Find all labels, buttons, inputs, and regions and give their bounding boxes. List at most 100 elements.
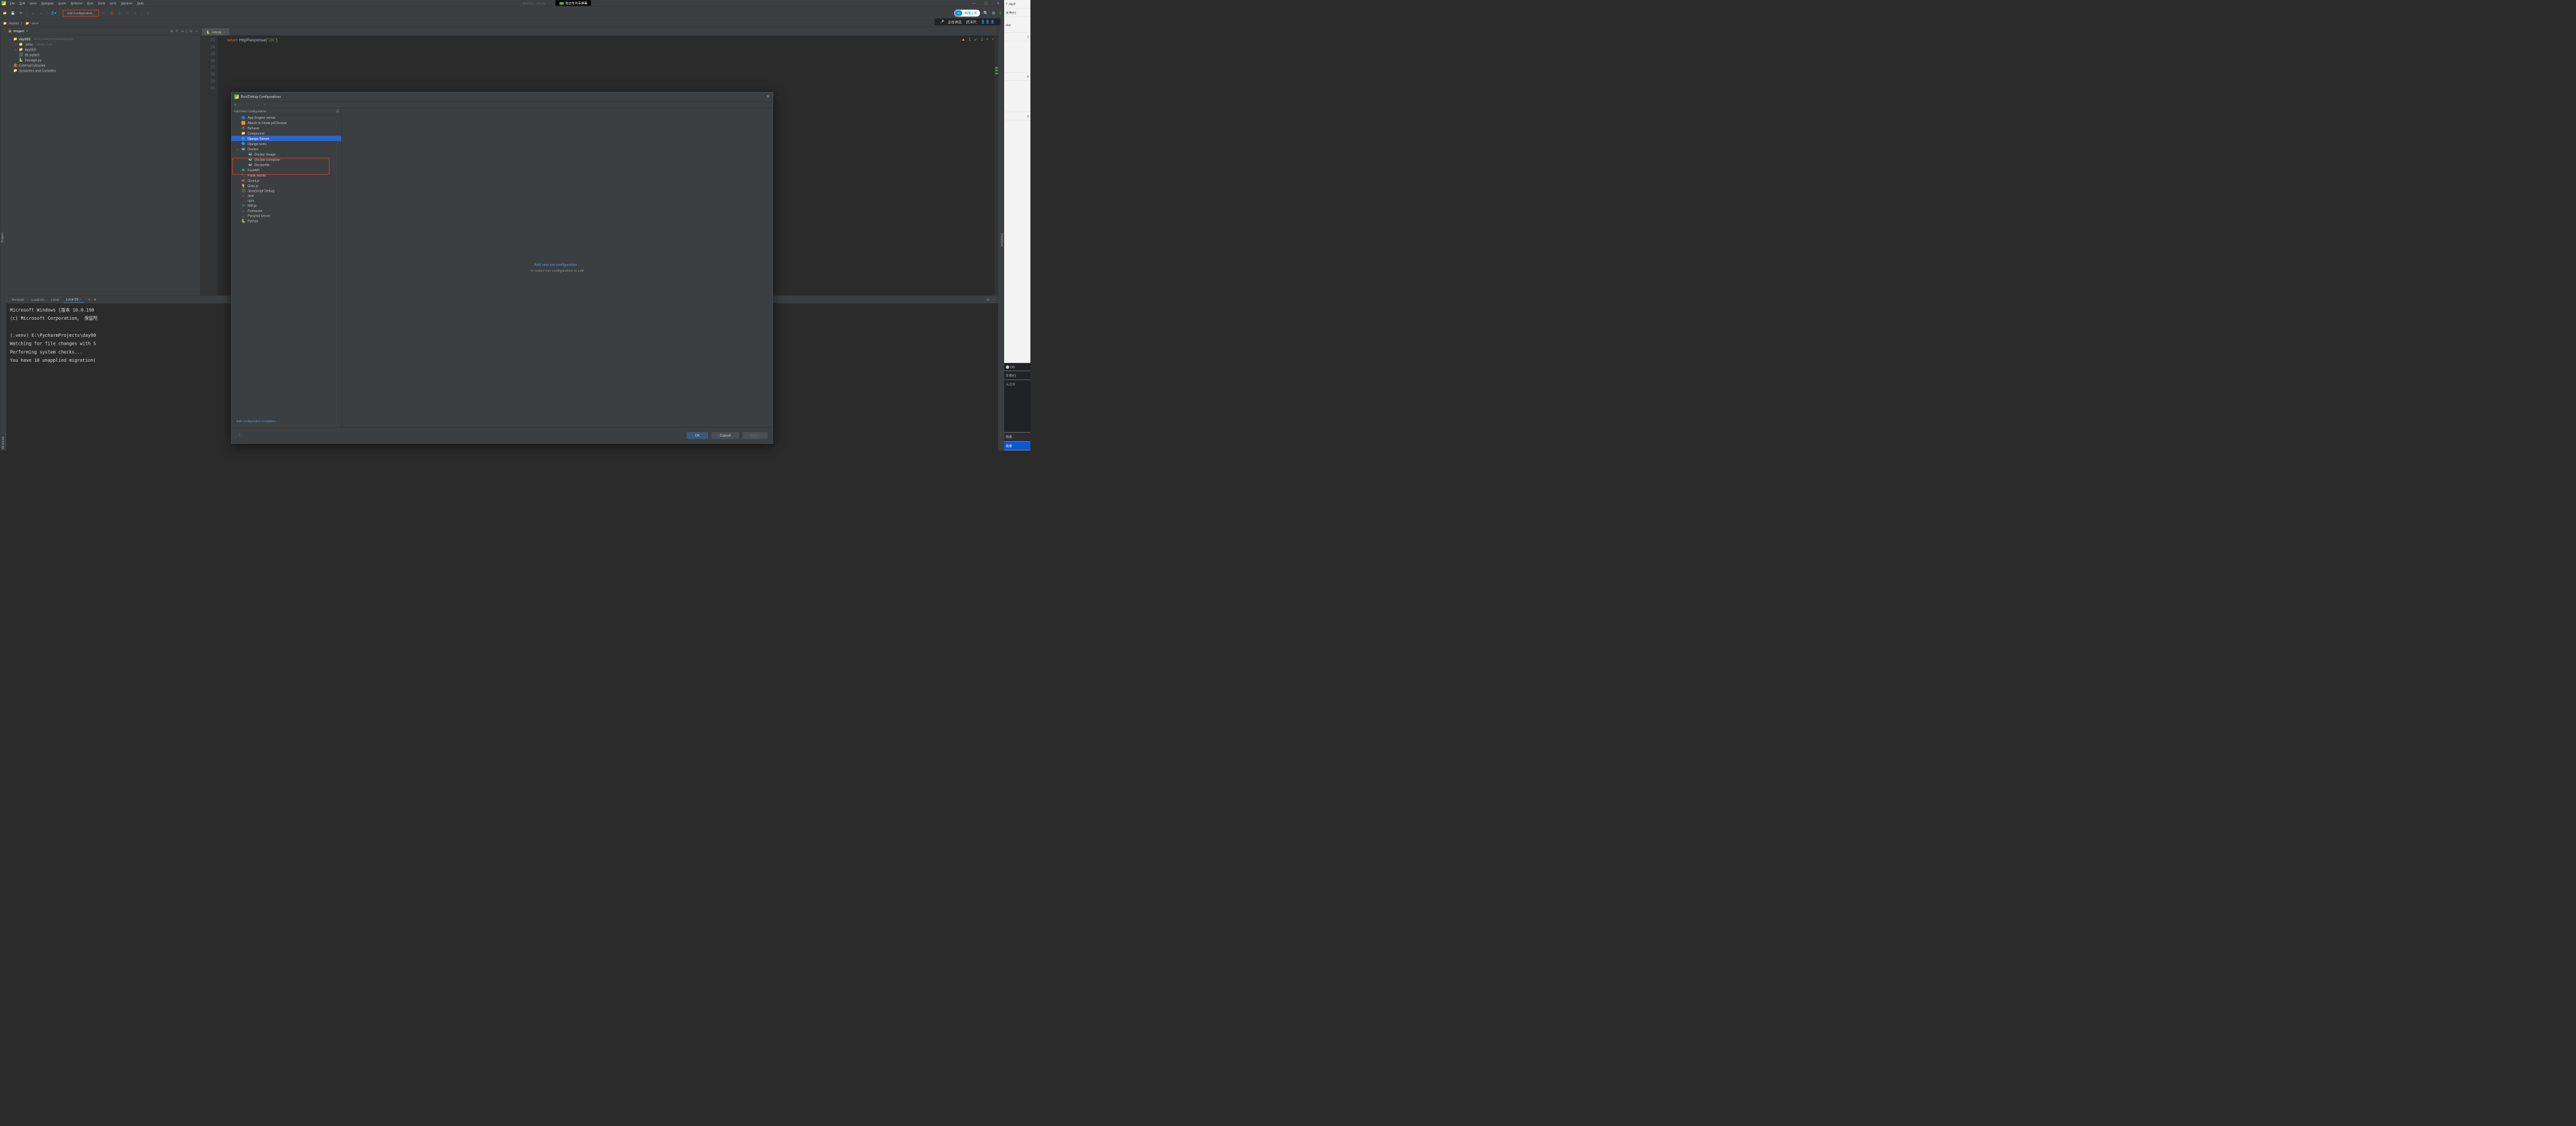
profile-icon[interactable]: ⏱ — [125, 10, 131, 16]
tree-ext[interactable]: ›🏛 External Libraries — [7, 63, 201, 68]
crumb-sub[interactable]: .venv — [31, 22, 38, 26]
config-type-item[interactable]: 🔵App Engine server — [231, 115, 341, 120]
config-type-item[interactable]: ⬢FastAPI — [231, 167, 341, 173]
run-icon[interactable]: ▶ — [101, 10, 107, 16]
config-type-item[interactable]: JSJavaScript Debug — [231, 188, 341, 194]
open-icon[interactable]: 📂 — [2, 10, 8, 16]
menu-run[interactable]: Run — [85, 1, 95, 5]
left-stripe[interactable]: Project — [0, 27, 7, 450]
config-type-item[interactable]: 🐳Docker Image — [231, 152, 341, 157]
config-type-item[interactable]: 🔷Django Server — [231, 136, 341, 141]
attach-icon[interactable]: ▾ — [133, 10, 138, 16]
edit-templates-link[interactable]: Edit configuration templates... — [236, 420, 278, 423]
config-type-item[interactable]: ◌Jest — [231, 193, 341, 198]
config-type-item[interactable]: 🟧Attach to Node.js/Chrome — [231, 120, 341, 125]
maximize-button[interactable]: ▢ — [980, 1, 992, 5]
back-icon[interactable]: ← — [30, 10, 36, 16]
add-new-link[interactable]: Add new run configuration... — [534, 263, 580, 267]
config-type-item[interactable]: nnpm — [231, 198, 341, 204]
close-tab-icon[interactable]: × — [224, 30, 226, 34]
config-type-item[interactable]: 🐳Dockerfile — [231, 162, 341, 167]
terminal-tab[interactable]: Local — [49, 297, 61, 303]
up-icon[interactable]: ˄ — [986, 37, 989, 42]
config-type-item[interactable]: 🐳Docker-compose — [231, 157, 341, 162]
up-icon[interactable]: ▲ — [257, 102, 261, 106]
user-icon[interactable]: 👤▾ — [51, 10, 56, 16]
config-type-item[interactable]: ⌄🐳Docker — [231, 146, 341, 152]
dialog-close-icon[interactable]: ✕ — [766, 94, 769, 99]
config-type-item[interactable]: ▲Pyramid server — [231, 213, 341, 219]
tencent-tab[interactable]: T day0 — [1004, 0, 1030, 8]
project-header[interactable]: Project — [14, 30, 24, 33]
config-type-item[interactable]: 🔷Django tests — [231, 141, 341, 146]
menu-edit[interactable]: Edit — [17, 1, 27, 5]
config-type-item[interactable]: 🐗Grunt.js — [231, 178, 341, 183]
menu-tools[interactable]: Tools — [95, 1, 107, 5]
down-icon[interactable]: ▼ — [263, 102, 266, 106]
copy-icon[interactable]: 🗐 — [245, 102, 249, 107]
hide-icon[interactable]: — — [992, 297, 996, 301]
tree-scratch[interactable]: 📁 Scratches and Consoles — [7, 68, 201, 74]
config-type-tree: Add New Configuration ☰ 🔵App Engine serv… — [231, 108, 341, 427]
cloud-upload-pill[interactable]: ∞ 拖拽上传 — [954, 10, 980, 16]
add-icon[interactable]: ＋ — [234, 102, 237, 107]
updates-icon[interactable]: ⬆ — [998, 11, 1002, 16]
menu-file[interactable]: File — [7, 1, 17, 5]
add-configuration-button[interactable]: Add Configuration... — [63, 10, 99, 16]
stop-icon[interactable]: ■ — [145, 10, 151, 16]
save-icon[interactable]: 💾 — [10, 10, 16, 16]
minimize-button[interactable]: — — [968, 1, 980, 5]
config-type-item[interactable]: ●Protractor — [231, 208, 341, 213]
menu-vcs[interactable]: VCS — [108, 1, 119, 5]
terminal-tab[interactable]: Local (2) — [29, 297, 47, 303]
reload-icon[interactable]: ⟳ — [18, 10, 24, 16]
settings-icon[interactable]: ⚙ — [992, 11, 996, 16]
ok-button[interactable]: OK — [686, 432, 708, 439]
menu-window[interactable]: Window — [119, 1, 135, 5]
search-icon[interactable]: 🔍 — [983, 11, 988, 16]
config-type-item[interactable]: NNW.js — [231, 204, 341, 209]
locate-icon[interactable]: ⊚ — [171, 30, 173, 33]
inspection-status[interactable]: ▲1 ✔1 ˄ ˅ — [961, 37, 994, 42]
tree-venv[interactable]: ›📁 .venv library root — [7, 42, 201, 47]
tree-root[interactable]: ⌄📁 day003 E:\PycharmProjects\day003 — [7, 37, 201, 42]
obs-tab[interactable]: ⬤ OB — [1004, 363, 1030, 371]
gear-icon[interactable]: ⚙ — [190, 30, 192, 33]
new-terminal-icon[interactable]: ＋ — [87, 297, 91, 302]
cancel-button[interactable]: Cancel — [711, 432, 738, 439]
tree-db[interactable]: 🗄 db.sqlite3 — [7, 53, 201, 58]
help-icon[interactable]: ? — [236, 433, 243, 439]
folder-icon[interactable]: 🗀 — [251, 102, 255, 107]
structure-stripe[interactable]: Structure — [1, 437, 5, 449]
apply-button[interactable]: Apply — [742, 432, 767, 439]
terminal-dropdown-icon[interactable]: ▾ — [95, 297, 96, 301]
remove-icon[interactable]: － — [240, 102, 243, 107]
config-type-item[interactable]: 🍹Gulp.js — [231, 183, 341, 188]
coverage-icon[interactable]: ◧ — [117, 10, 123, 16]
crumb-root[interactable]: day003 — [9, 22, 19, 26]
forward-icon[interactable]: → — [38, 10, 44, 16]
close-button[interactable]: ✕ — [992, 1, 1004, 5]
menu-code[interactable]: Code — [56, 1, 68, 5]
debug-icon[interactable]: 🐞 — [109, 10, 115, 16]
config-type-item[interactable]: 📞Flask server — [231, 173, 341, 178]
config-type-item[interactable]: 🐍Python — [231, 218, 341, 223]
expand-icon[interactable]: ⇱ — [176, 30, 179, 33]
menu-help[interactable]: Help — [135, 1, 146, 5]
menu-refactor[interactable]: Refactor — [68, 1, 85, 5]
menu-navigate[interactable]: Navigate — [39, 1, 56, 5]
screen-share-banner[interactable]: ▮▮▮ 您正在共享屏幕 — [556, 0, 591, 5]
hide-icon[interactable]: — — [195, 30, 198, 33]
tree-manage[interactable]: 🐍 manage.py — [7, 58, 201, 63]
config-type-item[interactable]: 📁Compound — [231, 131, 341, 136]
menu-view[interactable]: View — [28, 1, 39, 5]
file-menu[interactable]: 文件(F) — [1004, 8, 1030, 17]
terminal-tab-active[interactable]: Local (3) × — [64, 296, 84, 303]
config-type-item[interactable]: BBehave — [231, 125, 341, 131]
tree-app[interactable]: ›📁 day003 — [7, 47, 201, 53]
editor-tab[interactable]: 🐍 urls.py × — [202, 28, 229, 35]
gear-icon[interactable]: ⚙ — [986, 297, 989, 301]
filter-icon[interactable]: ☰ — [336, 110, 339, 114]
right-stripe[interactable]: Database SciView — [998, 27, 1004, 450]
collapse-icon[interactable]: ⇲ — [181, 30, 184, 33]
